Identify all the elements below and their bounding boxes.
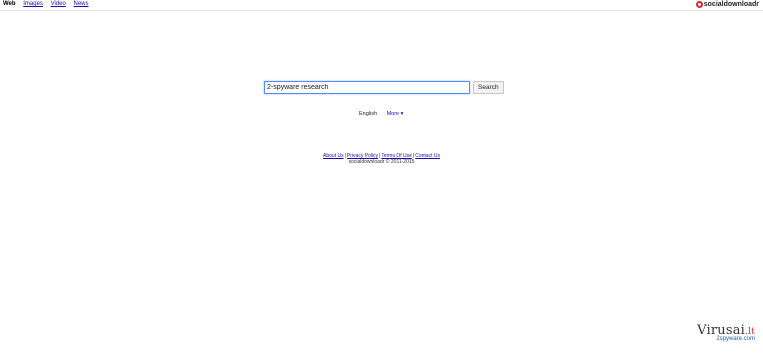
copyright: socialdownloadr © 2011-2015 [348, 159, 415, 165]
contact-us-link[interactable]: Contact Us [415, 153, 440, 159]
nav-web[interactable]: Web [3, 1, 16, 7]
current-language: English [359, 111, 378, 117]
brand[interactable]: socialdownloadr [695, 0, 759, 9]
watermark: Virusai.lt 2spyware.com [697, 323, 755, 342]
top-bar: Web Images Video News socialdownloadr [0, 0, 763, 11]
footer-separator: | [344, 153, 346, 159]
footer: About Us|Privacy Policy|Terms Of Use|Con… [0, 153, 763, 165]
nav-news[interactable]: News [74, 1, 89, 7]
search-button[interactable]: Search [473, 81, 504, 94]
more-languages-link[interactable]: More ▾ [387, 111, 404, 117]
nav-images[interactable]: Images [23, 1, 43, 7]
nav-video[interactable]: Video [51, 1, 66, 7]
about-us-link[interactable]: About Us [323, 153, 344, 159]
language-selector: English More ▾ [359, 111, 403, 117]
search-input[interactable] [264, 81, 470, 94]
search-vertical-nav: Web Images Video News [3, 1, 95, 8]
search-form: Search [264, 81, 504, 94]
brand-name: socialdownloadr [703, 1, 759, 8]
brand-logo-icon [695, 1, 703, 8]
